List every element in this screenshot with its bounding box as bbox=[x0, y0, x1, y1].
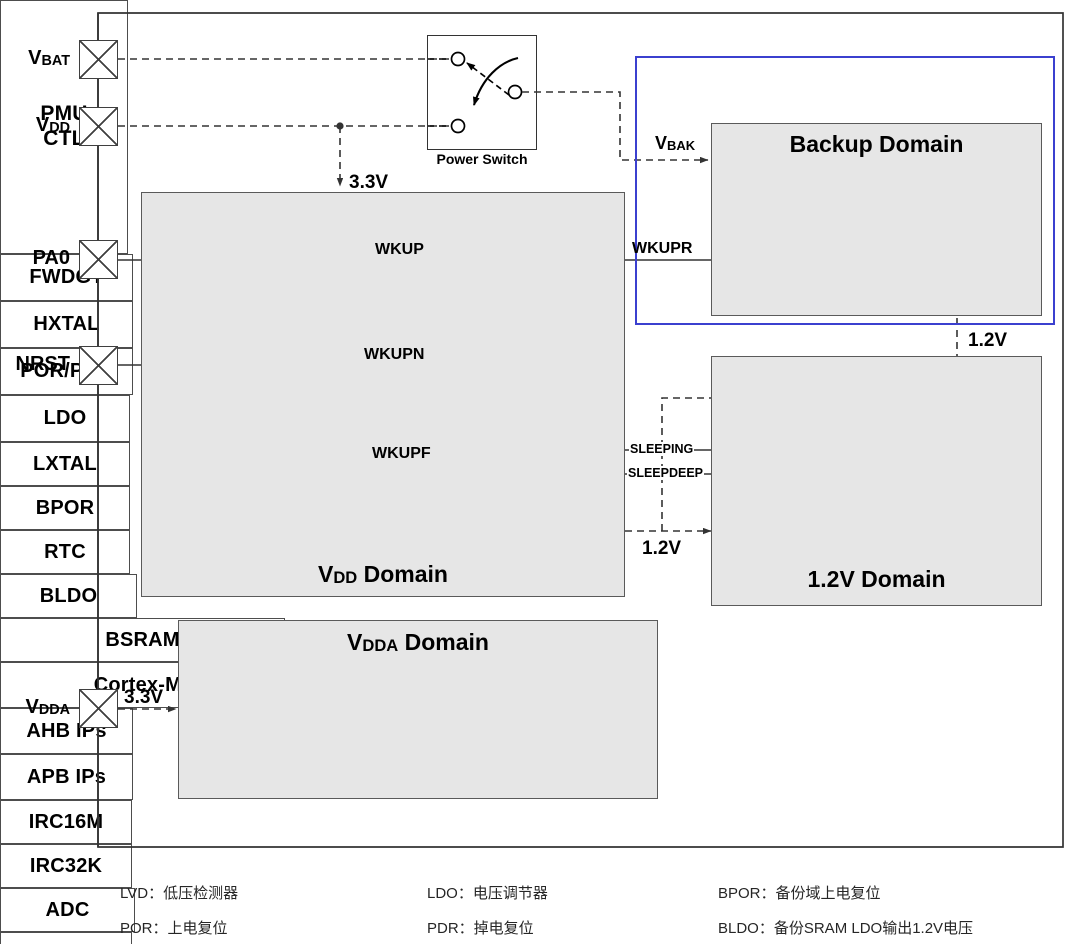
power-switch-box bbox=[427, 35, 537, 150]
signal-label-sleepdeep: SLEEPDEEP bbox=[627, 466, 705, 480]
vdda-domain-title: VDDA Domain bbox=[347, 629, 489, 655]
pad-vbat[interactable] bbox=[79, 40, 118, 79]
voltage-label-ldo-out: 1.2V bbox=[642, 538, 682, 559]
core-domain-title: 1.2V Domain bbox=[807, 566, 946, 592]
pin-label-vdd: VDD bbox=[35, 114, 70, 136]
signal-label-vbak: VBAK bbox=[655, 133, 696, 153]
pad-nrst[interactable] bbox=[79, 346, 118, 385]
signal-label-wkupr: WKUPR bbox=[632, 240, 693, 257]
signal-label-wkupn: WKUPN bbox=[364, 346, 425, 363]
voltage-label-vdda-rail: 3.3V bbox=[124, 687, 164, 708]
pin-label-pa0: PA0 bbox=[32, 247, 70, 269]
voltage-label-bldo-out: 1.2V bbox=[968, 330, 1008, 351]
signal-label-sleeping: SLEEPING bbox=[629, 442, 695, 456]
voltage-label-vdd-rail: 3.3V bbox=[349, 172, 389, 193]
backup-domain-title: Backup Domain bbox=[789, 131, 964, 157]
legend-ldo: LDO：电压调节器 bbox=[427, 885, 548, 902]
signal-label-wkupf: WKUPF bbox=[372, 445, 431, 462]
pad-pa0[interactable] bbox=[79, 240, 118, 279]
pad-vdda[interactable] bbox=[79, 689, 118, 728]
legend-bldo: BLDO：备份SRAM LDO输出1.2V电压 bbox=[718, 920, 974, 937]
legend-lvd: LVD：低压检测器 bbox=[120, 885, 239, 902]
pin-label-vdda: VDDA bbox=[25, 696, 70, 718]
power-switch-caption: Power Switch bbox=[436, 151, 528, 167]
pin-label-vbat: VBAT bbox=[28, 47, 70, 69]
legend-bpor: BPOR：备份域上电复位 bbox=[718, 885, 881, 902]
pad-vdd[interactable] bbox=[79, 107, 118, 146]
pmu-block-diagram: VBAT VDD PA0 NRST VDDA Power Switch 3.3V… bbox=[0, 0, 1082, 944]
vdd-domain-title: VDD Domain bbox=[318, 561, 448, 587]
legend-por: POR：上电复位 bbox=[120, 920, 228, 937]
pin-label-nrst: NRST bbox=[15, 353, 70, 375]
signal-label-wkup: WKUP bbox=[375, 241, 424, 258]
legend-pdr: PDR：掉电复位 bbox=[427, 920, 534, 937]
